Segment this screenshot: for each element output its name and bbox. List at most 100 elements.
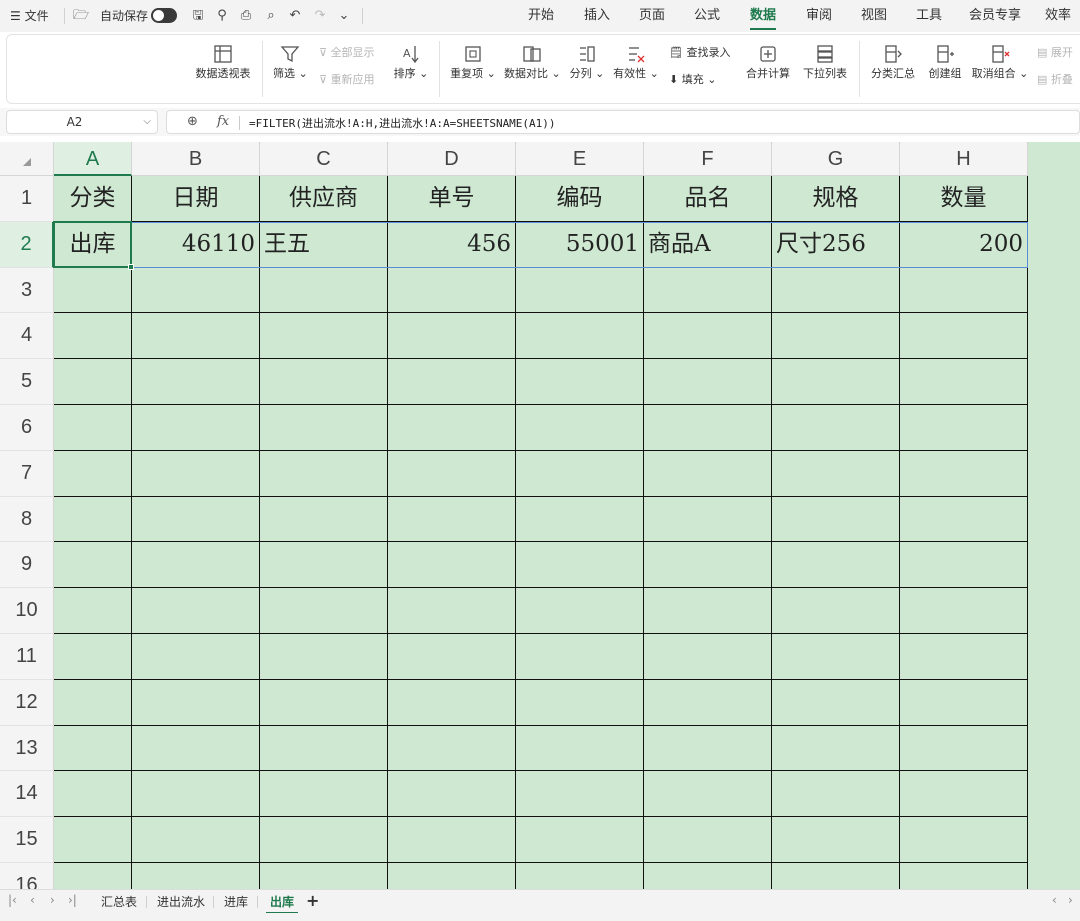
empty-cell[interactable]	[900, 267, 1028, 314]
empty-cell[interactable]	[516, 405, 644, 451]
header-cell-h[interactable]: 数量	[900, 176, 1028, 222]
empty-cell[interactable]	[516, 679, 644, 726]
empty-cell[interactable]	[772, 588, 900, 634]
row-header-10[interactable]: 10	[0, 588, 54, 634]
empty-cell[interactable]	[900, 817, 1028, 863]
row-header-13[interactable]: 13	[0, 725, 54, 772]
header-cell-e[interactable]: 编码	[516, 176, 644, 222]
empty-cell[interactable]	[54, 863, 132, 889]
fill-handle[interactable]	[128, 263, 134, 270]
empty-cell[interactable]	[388, 267, 516, 314]
fill-button[interactable]: ⬇ 填充 ⌄	[669, 73, 716, 87]
empty-cell[interactable]	[260, 771, 388, 818]
reapply-button[interactable]: ⊽ 重新应用	[319, 73, 375, 87]
open-folder-icon[interactable]: 🗁	[72, 7, 90, 25]
empty-cell[interactable]	[54, 359, 132, 405]
tab-efficiency[interactable]: 效率	[1045, 7, 1071, 25]
empty-cell[interactable]	[644, 267, 772, 314]
row-header-9[interactable]: 9	[0, 542, 54, 589]
row-header-5[interactable]: 5	[0, 359, 54, 405]
empty-cell[interactable]	[900, 725, 1028, 772]
save-icon[interactable]: 🖫	[189, 7, 207, 25]
empty-cell[interactable]	[516, 588, 644, 634]
select-all-corner[interactable]	[0, 142, 54, 176]
column-header-b[interactable]: B	[132, 142, 260, 176]
empty-cell[interactable]	[772, 771, 900, 818]
row-header-1[interactable]: 1	[0, 176, 54, 222]
data-cell-a2[interactable]: 出库	[54, 221, 132, 268]
empty-cell[interactable]	[772, 496, 900, 543]
lookup-entry-button[interactable]: 🗒 查找录入	[669, 46, 730, 60]
column-header-d[interactable]: D	[388, 142, 516, 176]
empty-cell[interactable]	[132, 863, 260, 889]
data-cell-c2[interactable]: 王五	[260, 221, 388, 268]
empty-cell[interactable]	[772, 450, 900, 497]
column-header-h[interactable]: H	[900, 142, 1028, 176]
empty-cell[interactable]	[132, 817, 260, 863]
empty-cell[interactable]	[54, 450, 132, 497]
row-header-15[interactable]: 15	[0, 817, 54, 863]
scroll-right-icon[interactable]: ›	[1068, 893, 1073, 907]
empty-cell[interactable]	[644, 588, 772, 634]
empty-cell[interactable]	[260, 267, 388, 314]
function-fx-icon[interactable]: fx	[217, 114, 229, 129]
empty-cell[interactable]	[54, 405, 132, 451]
data-cell-h2[interactable]: 200	[900, 221, 1028, 268]
empty-cell[interactable]	[772, 313, 900, 360]
empty-cell[interactable]	[516, 267, 644, 314]
subtotal-button[interactable]: 分类汇总	[869, 43, 917, 81]
empty-cell[interactable]	[516, 450, 644, 497]
name-box[interactable]: A2 ⌵	[6, 110, 158, 134]
duplicates-button[interactable]: 重复项 ⌄	[450, 43, 496, 81]
empty-cell[interactable]	[132, 359, 260, 405]
column-header-g[interactable]: G	[772, 142, 900, 176]
last-sheet-icon[interactable]: ›|	[68, 893, 77, 907]
empty-cell[interactable]	[132, 542, 260, 589]
spreadsheet-grid[interactable]: ABCDEFGH 1 2 3 4 5 6 7 8 9 10 11 12 13 14 15 16 分类 日期 供应商…	[0, 142, 1080, 889]
tab-view[interactable]: 视图	[861, 7, 887, 25]
tab-page[interactable]: 页面	[639, 7, 665, 25]
empty-cell[interactable]	[54, 588, 132, 634]
validity-button[interactable]: 有效性 ⌄	[613, 43, 659, 81]
row-header-7[interactable]: 7	[0, 450, 54, 497]
sheet-tab-inbound[interactable]: 进库	[224, 893, 248, 910]
tab-insert[interactable]: 插入	[584, 7, 610, 25]
empty-cell[interactable]	[644, 863, 772, 889]
sheet-tab-summary[interactable]: 汇总表	[101, 893, 137, 910]
row-header-12[interactable]: 12	[0, 679, 54, 726]
empty-cell[interactable]	[132, 450, 260, 497]
empty-cell[interactable]	[54, 679, 132, 726]
formula-input[interactable]: ⊕ fx =FILTER(进出流水!A:H,进出流水!A:A=SHEETSNAM…	[166, 110, 1080, 134]
empty-cell[interactable]	[54, 771, 132, 818]
empty-cell[interactable]	[388, 634, 516, 680]
empty-cell[interactable]	[260, 542, 388, 589]
sheet-tab-flow[interactable]: 进出流水	[157, 893, 205, 910]
header-cell-a[interactable]: 分类	[54, 176, 132, 222]
empty-cell[interactable]	[900, 405, 1028, 451]
show-all-button[interactable]: ⊽ 全部显示	[319, 46, 375, 60]
empty-cell[interactable]	[132, 634, 260, 680]
empty-cell[interactable]	[772, 405, 900, 451]
empty-cell[interactable]	[54, 496, 132, 543]
expand-button[interactable]: ▤ 展开	[1037, 46, 1073, 60]
empty-cell[interactable]	[260, 725, 388, 772]
autosave-toggle[interactable]	[151, 8, 177, 23]
chevron-down-icon[interactable]: ⌵	[143, 111, 151, 133]
empty-cell[interactable]	[644, 817, 772, 863]
empty-cell[interactable]	[260, 817, 388, 863]
empty-cell[interactable]	[516, 634, 644, 680]
empty-cell[interactable]	[900, 588, 1028, 634]
empty-cell[interactable]	[260, 405, 388, 451]
split-column-button[interactable]: 分列 ⌄	[569, 43, 605, 81]
empty-cell[interactable]	[54, 542, 132, 589]
data-cell-g2[interactable]: 尺寸256	[772, 221, 900, 268]
first-sheet-icon[interactable]: |‹	[8, 893, 17, 907]
empty-cell[interactable]	[516, 313, 644, 360]
empty-cell[interactable]	[900, 863, 1028, 889]
empty-cell[interactable]	[644, 359, 772, 405]
empty-cell[interactable]	[54, 267, 132, 314]
empty-cell[interactable]	[900, 634, 1028, 680]
sheet-tab-outbound[interactable]: 出库	[265, 893, 299, 914]
empty-cell[interactable]	[388, 542, 516, 589]
consolidate-button[interactable]: 合并计算	[743, 43, 793, 81]
